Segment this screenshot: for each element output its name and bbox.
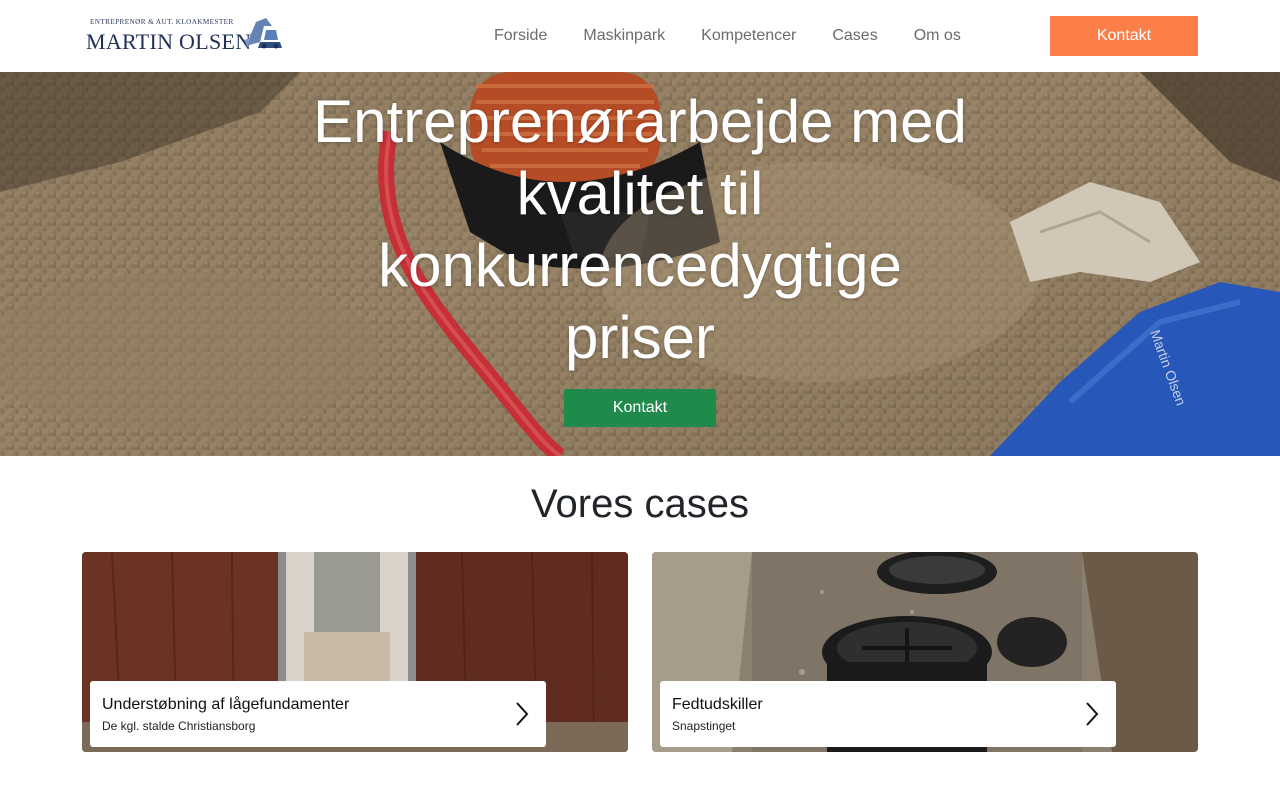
case-label: Understøbning af lågefundamenter De kgl.… — [90, 681, 546, 747]
logo-name: MARTIN OLSEN — [86, 29, 252, 54]
case-subtitle: De kgl. stalde Christiansborg — [102, 719, 256, 733]
chevron-right-icon — [1086, 702, 1099, 726]
case-card[interactable]: Understøbning af lågefundamenter De kgl.… — [82, 552, 628, 752]
case-card[interactable]: Fedtudskiller Snapstinget — [652, 552, 1198, 752]
case-label: Fedtudskiller Snapstinget — [660, 681, 1116, 747]
nav-item-forside[interactable]: Forside — [476, 0, 565, 72]
nav-item-maskinpark[interactable]: Maskinpark — [565, 0, 683, 72]
excavator-logo-icon — [244, 18, 282, 49]
hero-section: Martin Olsen Entreprenørarbejde med kval… — [0, 72, 1280, 456]
hero-contact-button[interactable]: Kontakt — [564, 389, 716, 427]
case-title: Understøbning af lågefundamenter — [102, 696, 350, 713]
hero-title: Entreprenørarbejde med kvalitet til konk… — [313, 88, 967, 371]
header-contact-button[interactable]: Kontakt — [1050, 16, 1198, 56]
main-nav: Forside Maskinpark Kompetencer Cases Om … — [476, 0, 979, 72]
cases-section-title: Vores cases — [531, 482, 749, 526]
nav-item-cases[interactable]: Cases — [814, 0, 895, 72]
chevron-right-icon — [516, 702, 529, 726]
case-title: Fedtudskiller — [672, 696, 763, 713]
case-subtitle: Snapstinget — [672, 719, 736, 733]
nav-item-om-os[interactable]: Om os — [896, 0, 979, 72]
site-logo[interactable]: ENTREPRENØR & AUT. KLOAKMESTER MARTIN OL… — [86, 12, 286, 56]
site-header: ENTREPRENØR & AUT. KLOAKMESTER MARTIN OL… — [0, 0, 1280, 72]
nav-item-kompetencer[interactable]: Kompetencer — [683, 0, 814, 72]
logo-tagline: ENTREPRENØR & AUT. KLOAKMESTER — [90, 18, 234, 26]
